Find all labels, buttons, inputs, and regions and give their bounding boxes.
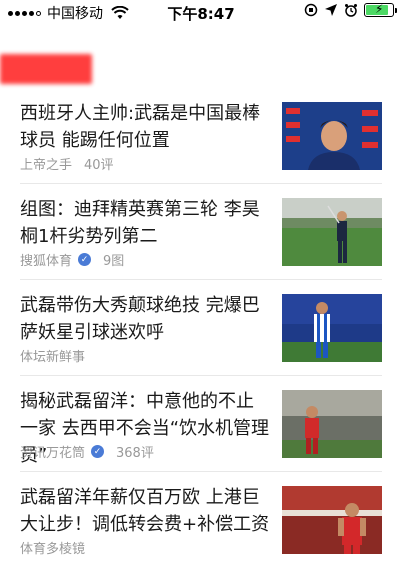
news-source: 上帝之手 xyxy=(20,158,73,173)
news-meta: 资讯万花筒 ✓ 368评 xyxy=(20,442,154,461)
verified-icon: ✓ xyxy=(91,445,105,458)
news-item[interactable]: 武磊留洋年薪仅百万欧 上港巨大让步！调低转会费+补偿工资 体育多棱镜 xyxy=(20,472,382,568)
news-item[interactable]: 组图：迪拜精英赛第三轮 李昊桐1杆劣势列第二 搜狐体育 ✓ 9图 xyxy=(20,184,382,280)
verified-icon: ✓ xyxy=(78,253,92,266)
news-thumbnail[interactable] xyxy=(282,198,382,266)
news-title[interactable]: 组图：迪拜精英赛第三轮 李昊桐1杆劣势列第二 xyxy=(20,196,270,250)
news-count: 40评 xyxy=(84,158,114,173)
news-title[interactable]: 武磊留洋年薪仅百万欧 上港巨大让步！调低转会费+补偿工资 xyxy=(20,484,270,538)
brand-banner xyxy=(0,54,92,84)
alarm-clock-icon xyxy=(345,4,357,17)
orientation-lock-icon xyxy=(304,3,318,17)
location-arrow-icon xyxy=(325,4,337,16)
news-thumbnail[interactable] xyxy=(282,390,382,458)
news-source: 体坛新鲜事 xyxy=(20,350,86,365)
news-item[interactable]: 揭秘武磊留洋：中意他的不止一家 去西甲不会当“饮水机管理员” 资讯万花筒 ✓ 3… xyxy=(20,376,382,472)
news-thumbnail[interactable] xyxy=(282,294,382,362)
news-item[interactable]: 西班牙人主帅:武磊是中国最棒球员 能踢任何位置 上帝之手 40评 xyxy=(20,88,382,184)
news-title[interactable]: 西班牙人主帅:武磊是中国最棒球员 能踢任何位置 xyxy=(20,100,270,154)
news-meta: 上帝之手 40评 xyxy=(20,154,114,173)
news-meta: 体坛新鲜事 xyxy=(20,346,85,365)
news-source: 体育多棱镜 xyxy=(20,542,86,557)
news-item[interactable]: 武磊带伤大秀颠球绝技 完爆巴萨妖星引球迷欢呼 体坛新鲜事 xyxy=(20,280,382,376)
news-source: 资讯万花筒 xyxy=(20,446,86,461)
news-meta: 体育多棱镜 xyxy=(20,538,85,557)
news-count: 9图 xyxy=(103,254,125,269)
battery-icon: ⚡ xyxy=(364,2,397,17)
news-count: 368评 xyxy=(116,446,154,461)
news-meta: 搜狐体育 ✓ 9图 xyxy=(20,250,124,269)
news-source: 搜狐体育 xyxy=(20,254,73,269)
news-feed: 西班牙人主帅:武磊是中国最棒球员 能踢任何位置 上帝之手 40评 组图：迪拜精英… xyxy=(0,88,402,568)
news-title[interactable]: 武磊带伤大秀颠球绝技 完爆巴萨妖星引球迷欢呼 xyxy=(20,292,270,346)
status-bar: 中国移动 下午8:47 ⚡ xyxy=(0,0,402,24)
news-thumbnail[interactable] xyxy=(282,486,382,554)
charging-bolt-icon: ⚡ xyxy=(375,2,384,16)
status-right: ⚡ xyxy=(304,2,397,17)
news-thumbnail[interactable] xyxy=(282,102,382,170)
